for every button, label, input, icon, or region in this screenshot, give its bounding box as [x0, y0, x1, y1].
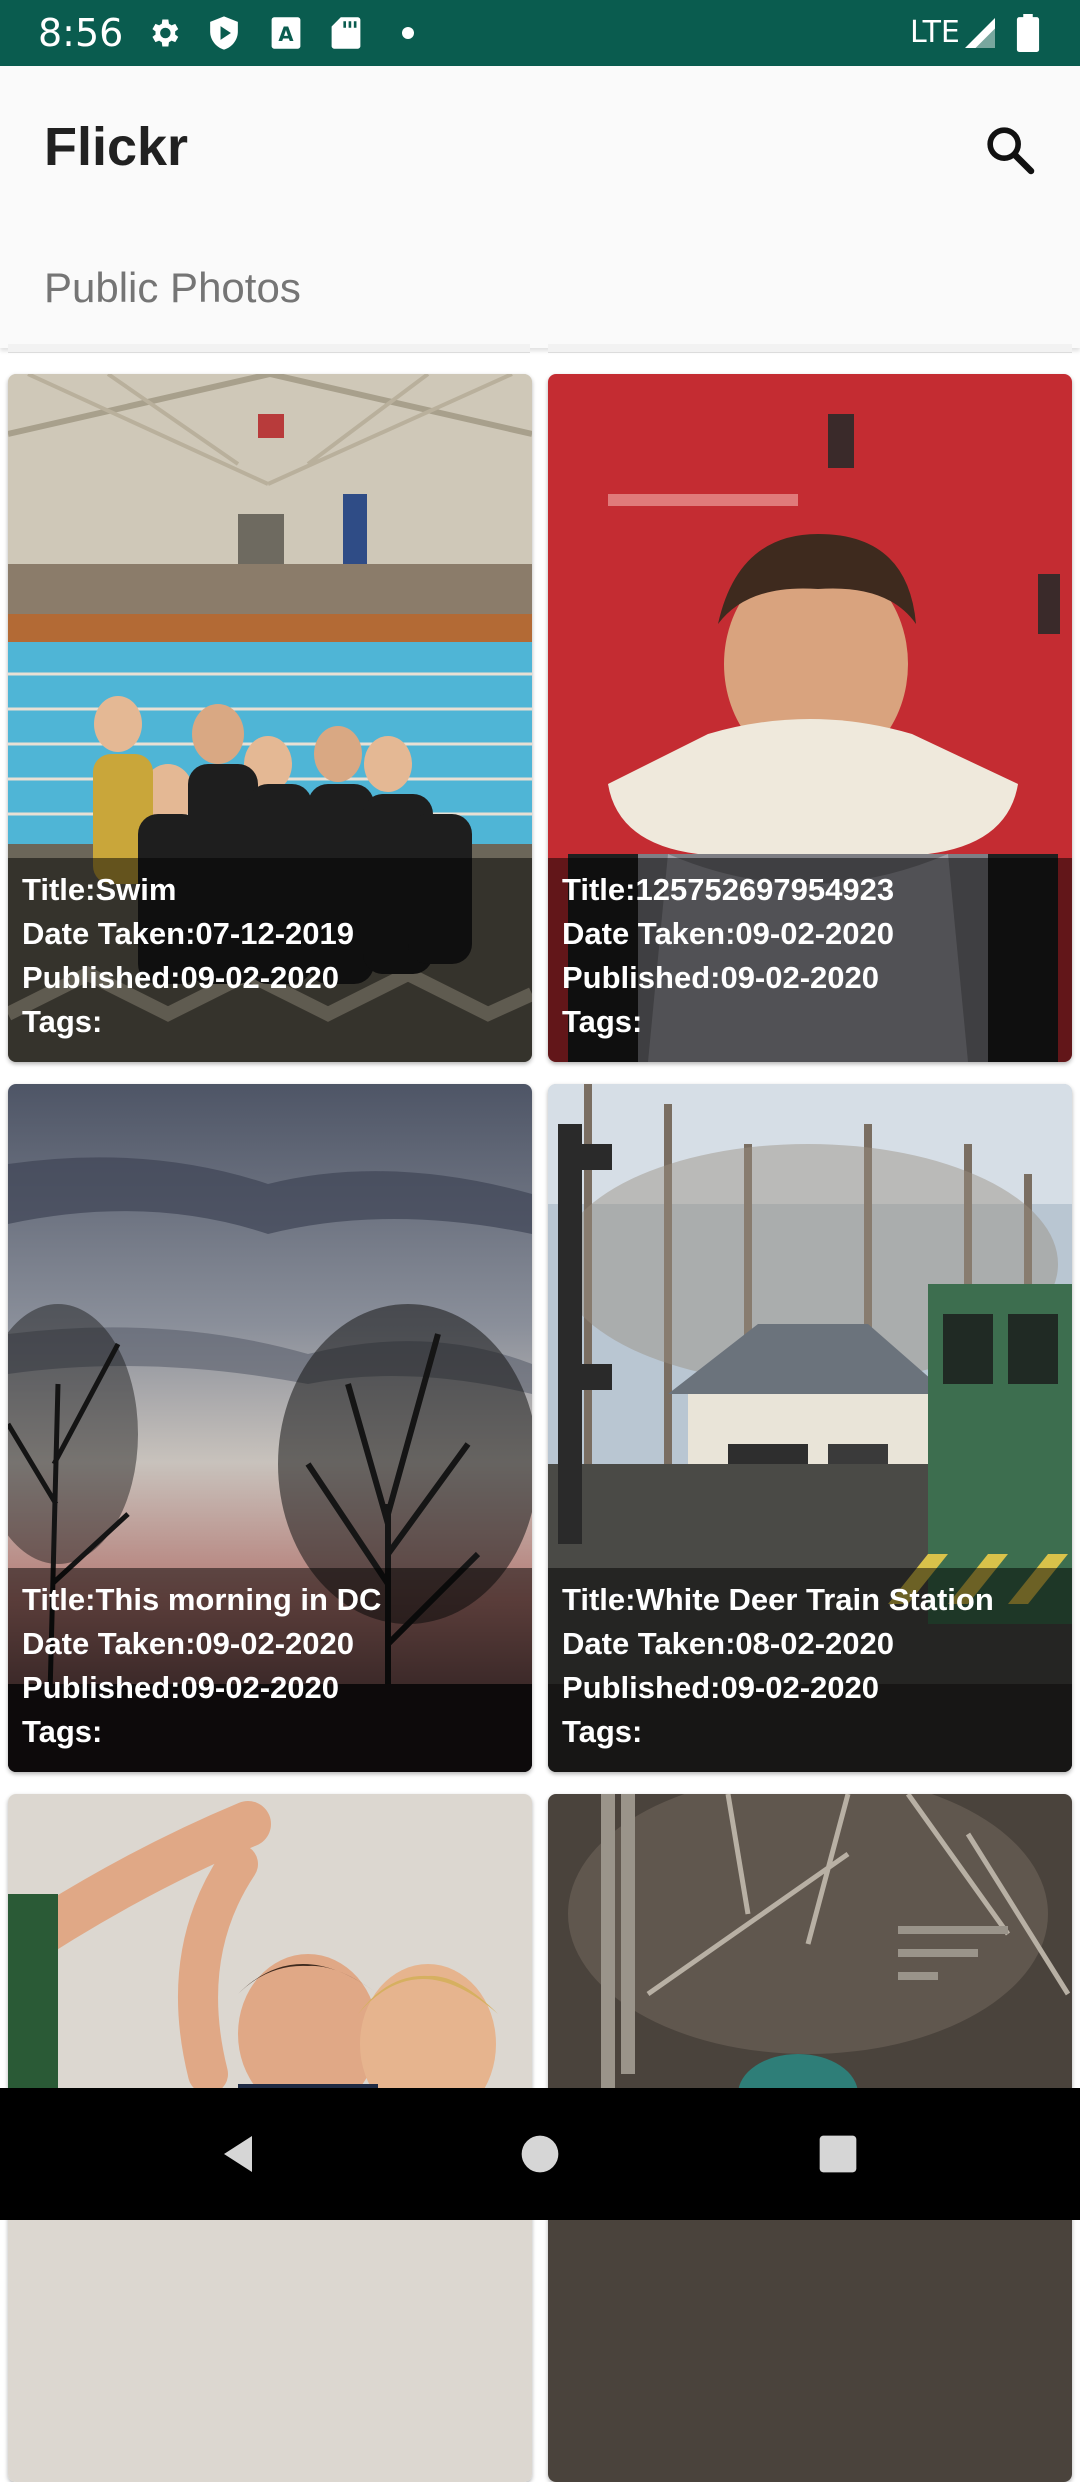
play-protect-icon: [204, 13, 244, 53]
previous-card-edge: [8, 344, 530, 353]
photo-tags: Tags:: [562, 1004, 643, 1039]
photo-published: Published:09-02-2020: [562, 960, 880, 995]
photo-title: Title:White Deer Train Station: [562, 1582, 994, 1617]
photo-published: Published:09-02-2020: [562, 1670, 880, 1705]
photo-date-taken: Date Taken:09-02-2020: [562, 916, 894, 951]
photo-card[interactable]: Title:Swim Date Taken:07-12-2019 Publish…: [8, 374, 532, 1062]
photo-published: Published:09-02-2020: [22, 1670, 340, 1705]
navigation-bar: [0, 2088, 1080, 2220]
back-button[interactable]: [200, 2114, 280, 2194]
photo-card[interactable]: Title:This morning in DC Date Taken:09-0…: [8, 1084, 532, 1772]
page-subtitle: Public Photos: [44, 264, 301, 311]
photo-info: Title:White Deer Train Station Date Take…: [562, 1578, 994, 1754]
photo-card[interactable]: Title:White Deer Train Station Date Take…: [548, 1084, 1072, 1772]
photo-date-taken: Date Taken:07-12-2019: [22, 916, 354, 951]
photo-info: Title:125752697954923 Date Taken:09-02-2…: [562, 868, 894, 1044]
network-type: LTE: [910, 15, 960, 50]
back-icon: [224, 2136, 252, 2172]
search-icon: [987, 127, 1035, 175]
photo-info: Title:Swim Date Taken:07-12-2019 Publish…: [22, 868, 354, 1044]
photo-title: Title:This morning in DC: [22, 1582, 382, 1617]
photo-date-taken: Date Taken:08-02-2020: [562, 1626, 894, 1661]
dot-icon: [388, 13, 428, 53]
home-icon: [521, 2135, 559, 2173]
photo-title: Title:Swim: [22, 872, 177, 907]
font-a-icon: A: [266, 13, 306, 53]
app-title: Flickr: [44, 117, 189, 177]
signal-icon: [960, 13, 1000, 53]
battery-icon: [1008, 13, 1048, 53]
recents-icon: [819, 2135, 857, 2173]
photo-date-taken: Date Taken:09-02-2020: [22, 1626, 354, 1661]
photo-title: Title:125752697954923: [562, 872, 895, 907]
photo-card[interactable]: Title:125752697954923 Date Taken:09-02-2…: [548, 374, 1072, 1062]
photo-tags: Tags:: [22, 1004, 103, 1039]
sd-card-icon: [326, 13, 366, 53]
status-time: 8:56: [38, 11, 124, 55]
settings-icon: [144, 13, 184, 53]
app-bar: Flickr Public Photos: [0, 66, 1080, 348]
photo-published: Published:09-02-2020: [22, 960, 340, 995]
svg-text:A: A: [278, 23, 294, 46]
recents-button[interactable]: [798, 2114, 878, 2194]
photo-tags: Tags:: [562, 1714, 643, 1749]
search-button[interactable]: [970, 110, 1050, 190]
photo-tags: Tags:: [22, 1714, 103, 1749]
home-button[interactable]: [500, 2114, 580, 2194]
photo-info: Title:This morning in DC Date Taken:09-0…: [22, 1578, 381, 1754]
previous-card-edge: [548, 344, 1072, 353]
status-bar: 8:56 A LTE: [0, 0, 1080, 66]
